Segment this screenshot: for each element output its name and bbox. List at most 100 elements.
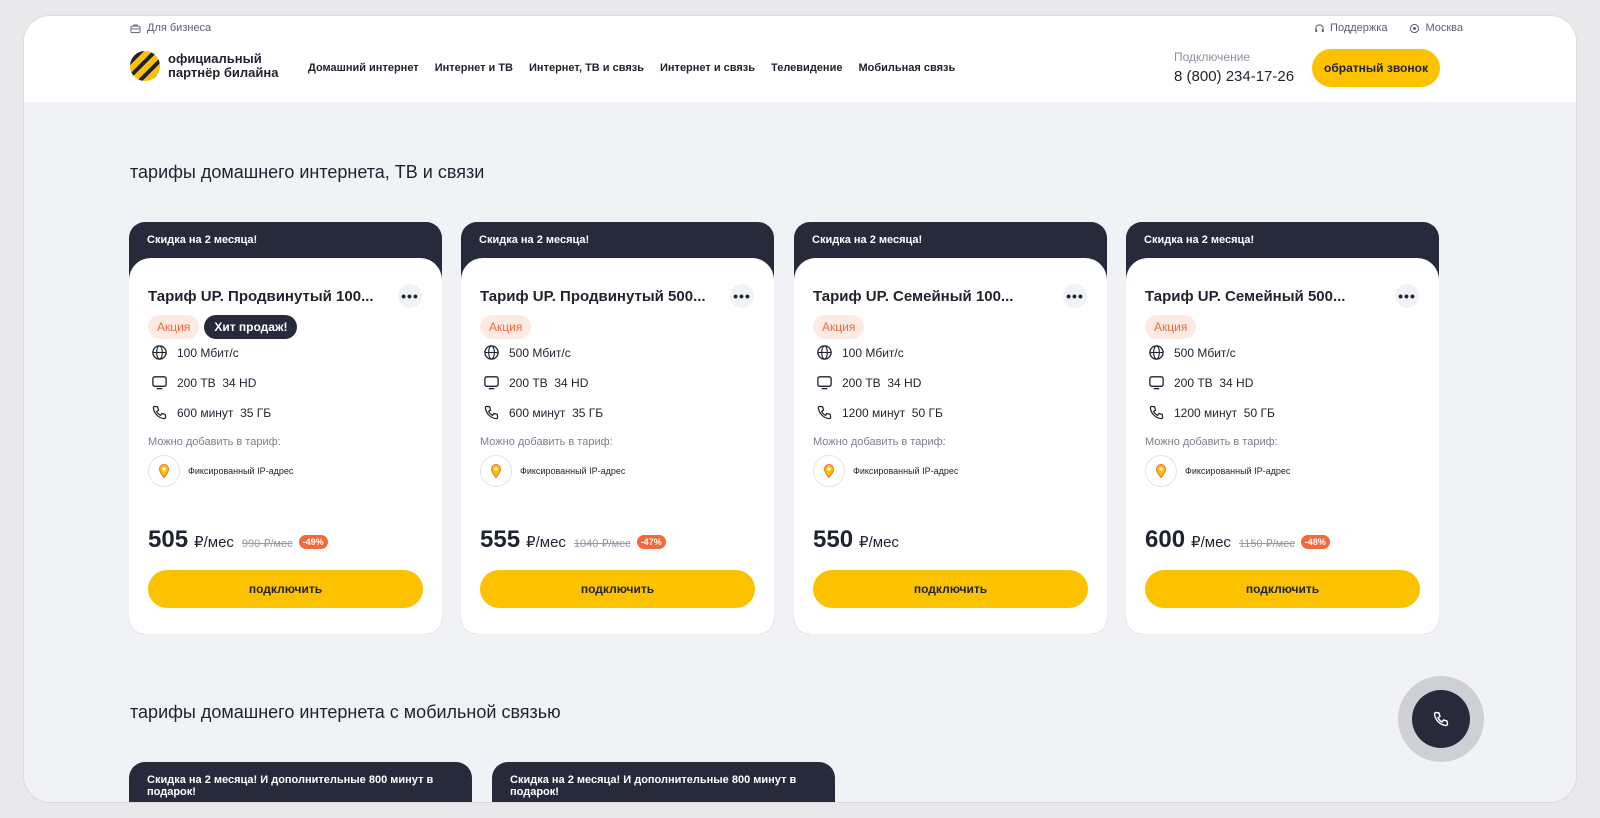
contact-block: Подключение 8 (800) 234-17-26 — [1174, 50, 1294, 85]
top-utility-bar: Поддержка Москва — [1314, 22, 1463, 34]
connect-button[interactable]: подключить — [148, 570, 423, 608]
card-title[interactable]: Тариф UP. Семейный 500... — [1145, 288, 1345, 305]
price-row: 550 ₽/мес — [813, 526, 899, 554]
logo[interactable]: официальный партнёр билайна — [130, 51, 288, 81]
tariff-card: Скидка на 2 месяца! Тариф UP. Семейный 1… — [794, 222, 1107, 634]
contact-phone[interactable]: 8 (800) 234-17-26 — [1174, 68, 1294, 85]
feature-tv-text: 200 ТВ 34 HD — [177, 375, 257, 390]
addon-item[interactable]: Фиксированный IP-адрес — [480, 455, 625, 487]
price-row: 555 ₽/мес 1040 ₽/мес -47% — [480, 526, 666, 554]
feature-speed-text: 100 Мбит/с — [842, 345, 904, 360]
tariff-card: Скидка на 2 месяца! Тариф UP. Продвинуты… — [461, 222, 774, 634]
nav-item-internet-tv[interactable]: Интернет и ТВ — [435, 62, 513, 74]
nav-item-mobile[interactable]: Мобильная связь — [858, 62, 955, 74]
promo-badge: Акция — [813, 315, 865, 339]
price-old: 1040 ₽/мес — [573, 538, 631, 550]
pin-icon — [158, 463, 170, 479]
discount-badge: -48% — [1300, 535, 1330, 549]
feature-tv: 200 ТВ 34 HD — [816, 374, 921, 391]
price-row: 600 ₽/мес 1150 ₽/мес -48% — [1145, 526, 1330, 554]
addon-item[interactable]: Фиксированный IP-адрес — [148, 455, 293, 487]
globe-icon — [484, 345, 499, 360]
card-body: Тариф UP. Продвинутый 500... ••• Акция 5… — [461, 258, 774, 634]
globe-icon — [152, 345, 167, 360]
feature-mobile: 600 минут 35 ГБ — [483, 404, 603, 421]
price-value: 505 — [148, 526, 189, 553]
more-button[interactable]: ••• — [1395, 284, 1419, 308]
globe-icon — [1149, 345, 1164, 360]
call-fab[interactable] — [1398, 676, 1484, 762]
card-title[interactable]: Тариф UP. Продвинутый 100... — [148, 288, 374, 305]
addon-label: Можно добавить в тариф: — [813, 436, 946, 448]
addon-text: Фиксированный IP-адрес — [853, 466, 959, 476]
card-ribbon: Скидка на 2 месяца! — [812, 234, 923, 246]
feature-speed: 100 Мбит/с — [816, 344, 904, 361]
price-unit: ₽/мес — [194, 534, 234, 551]
more-button[interactable]: ••• — [398, 284, 422, 308]
feature-tv: 200 ТВ 34 HD — [483, 374, 588, 391]
feature-mobile-text: 600 минут 35 ГБ — [509, 405, 604, 420]
nav-item-home-internet[interactable]: Домашний интернет — [308, 62, 419, 74]
support-link-label: Поддержка — [1330, 22, 1388, 34]
feature-tv: 200 ТВ 34 HD — [1148, 374, 1253, 391]
feature-tv-text: 200 ТВ 34 HD — [842, 375, 922, 390]
support-link[interactable]: Поддержка — [1314, 22, 1387, 34]
promo-badge: Акция — [480, 315, 532, 339]
addon-text: Фиксированный IP-адрес — [188, 466, 294, 476]
feature-mobile-text: 600 минут 35 ГБ — [177, 405, 272, 420]
feature-speed: 500 Мбит/с — [483, 344, 571, 361]
card-ribbon: Скидка на 2 месяца! — [479, 234, 590, 246]
addon-item[interactable]: Фиксированный IP-адрес — [813, 455, 958, 487]
callback-button[interactable]: обратный звонок — [1312, 49, 1440, 87]
briefcase-icon — [130, 24, 141, 33]
addon-item[interactable]: Фиксированный IP-адрес — [1145, 455, 1290, 487]
nav-item-tv[interactable]: Телевидение — [771, 62, 842, 74]
badges: Акция Хит продаж! — [148, 315, 298, 339]
feature-mobile-text: 1200 минут 50 ГБ — [1174, 405, 1275, 420]
card-title[interactable]: Тариф UP. Продвинутый 500... — [480, 288, 706, 305]
feature-mobile-text: 1200 минут 50 ГБ — [842, 405, 943, 420]
business-link[interactable]: Для бизнеса — [130, 22, 211, 34]
price-row: 505 ₽/мес 990 ₽/мес -49% — [148, 526, 328, 554]
tv-icon — [152, 376, 167, 390]
price-unit: ₽/мес — [526, 534, 566, 551]
page-frame: Для бизнеса Поддержка Москва официальный… — [24, 16, 1576, 802]
section-title-internet-mobile: тарифы домашнего интернета с мобильной с… — [130, 702, 561, 722]
tariff-card: Скидка на 2 месяца! Тариф UP. Продвинуты… — [129, 222, 442, 634]
nav-item-internet-mobile[interactable]: Интернет и связь — [660, 62, 755, 74]
globe-icon — [817, 345, 832, 360]
more-button[interactable]: ••• — [1063, 284, 1087, 308]
city-selector[interactable]: Москва — [1409, 22, 1463, 34]
section-title-internet-tv-mobile: тарифы домашнего интернета, ТВ и связи — [130, 162, 485, 182]
call-fab-button[interactable] — [1412, 690, 1470, 748]
price-value: 555 — [480, 526, 521, 553]
card-ribbon: Скидка на 2 месяца! И дополнительные 800… — [510, 774, 797, 798]
nav-item-internet-tv-mobile[interactable]: Интернет, ТВ и связь — [529, 62, 644, 74]
card-title[interactable]: Тариф UP. Семейный 100... — [813, 288, 1013, 305]
card-body: Тариф UP. Семейный 100... ••• Акция 100 … — [794, 258, 1107, 634]
price-value: 550 — [813, 526, 854, 553]
location-pin-icon — [1410, 23, 1420, 33]
price-unit: ₽/мес — [1191, 534, 1231, 551]
phone-icon — [1433, 711, 1449, 727]
phone-icon — [817, 405, 832, 420]
feature-speed: 100 Мбит/с — [151, 344, 239, 361]
feature-speed-text: 500 Мбит/с — [509, 345, 571, 360]
addon-icon-wrap — [1145, 455, 1177, 487]
connect-button[interactable]: подключить — [480, 570, 755, 608]
connect-button[interactable]: подключить — [813, 570, 1088, 608]
card-ribbon: Скидка на 2 месяца! И дополнительные 800… — [147, 774, 434, 798]
more-button[interactable]: ••• — [730, 284, 754, 308]
feature-speed-text: 500 Мбит/с — [1174, 345, 1236, 360]
connect-button[interactable]: подключить — [1145, 570, 1420, 608]
card-body: Тариф UP. Семейный 500... ••• Акция 500 … — [1126, 258, 1439, 634]
addon-icon-wrap — [480, 455, 512, 487]
tariff-card-partial: Скидка на 2 месяца! И дополнительные 800… — [492, 762, 835, 802]
tariff-card-partial: Скидка на 2 месяца! И дополнительные 800… — [129, 762, 472, 802]
logo-text: официальный партнёр билайна — [168, 51, 279, 80]
addon-icon-wrap — [813, 455, 845, 487]
price-old: 990 ₽/мес — [241, 538, 293, 550]
tv-icon — [817, 376, 832, 390]
promo-badge: Акция — [1145, 315, 1197, 339]
headset-icon — [1315, 23, 1324, 32]
